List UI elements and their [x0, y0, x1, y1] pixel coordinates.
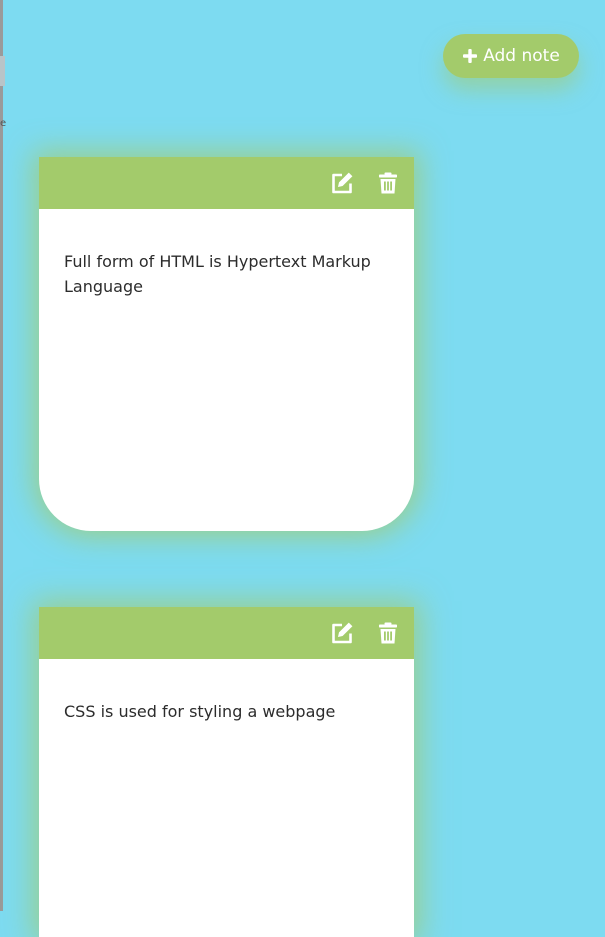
delete-note-button[interactable] — [376, 621, 400, 645]
add-note-label: Add note — [483, 46, 560, 66]
note-text[interactable]: Full form of HTML is Hypertext Markup La… — [64, 249, 384, 299]
trash-icon — [379, 622, 397, 644]
trash-icon — [379, 172, 397, 194]
note-toolbar — [39, 607, 414, 659]
window-left-edge — [0, 0, 3, 911]
edit-icon — [332, 172, 353, 194]
edit-icon — [332, 622, 353, 644]
window-edge-clipped-text: e — [0, 118, 7, 129]
note-text[interactable]: CSS is used for styling a webpage — [64, 699, 384, 724]
add-note-button[interactable]: Add note — [443, 34, 579, 78]
note-toolbar — [39, 157, 414, 209]
note-card: CSS is used for styling a webpage — [39, 607, 414, 937]
edit-note-button[interactable] — [330, 621, 354, 645]
plus-icon — [462, 48, 478, 64]
note-card: Full form of HTML is Hypertext Markup La… — [39, 157, 414, 531]
delete-note-button[interactable] — [376, 171, 400, 195]
window-edge-tab — [0, 56, 5, 86]
edit-note-button[interactable] — [330, 171, 354, 195]
